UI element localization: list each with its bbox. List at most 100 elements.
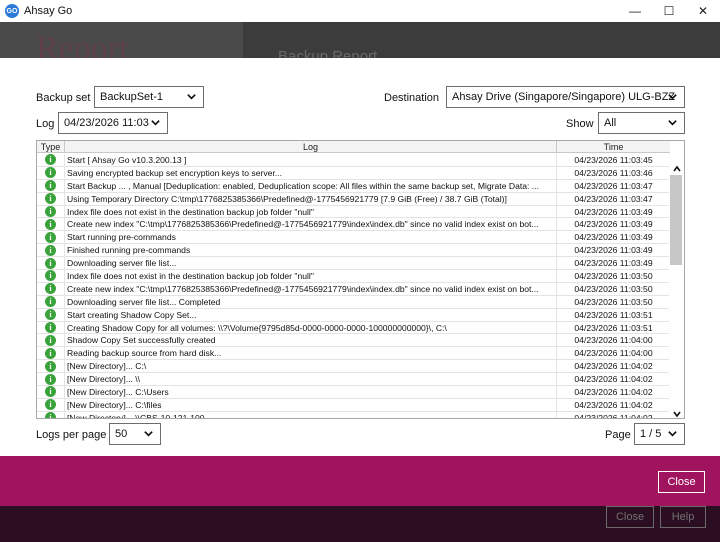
backup-set-dropdown[interactable]: BackupSet-1 [94, 86, 204, 108]
info-icon: i [45, 257, 56, 269]
time-cell: 04/23/2026 11:03:49 [574, 245, 653, 256]
table-body: i Start [ Ahsay Go v10.3.200.13 ] 04/23/20… [37, 154, 670, 419]
table-row[interactable]: i [New Directory]... C:\ 04/23/2026 11:04:… [37, 360, 670, 374]
time-cell: 04/23/2026 11:03:49 [574, 219, 653, 230]
table-row[interactable]: i [New Directory]... \\ 04/23/2026 11:04:0… [37, 373, 670, 387]
table-row[interactable]: i Create new index "C:\tmp\1776825385366\… [37, 218, 670, 232]
logs-per-page-dropdown[interactable]: 50 [109, 423, 161, 445]
table-row[interactable]: i [New Directory]... \\CBS-10-121-100- 04/… [37, 411, 670, 419]
log-cell: [New Directory]... C:\ [65, 360, 557, 373]
log-cell: [New Directory]... \\ [65, 373, 557, 386]
chevron-down-icon [668, 120, 677, 126]
table-row[interactable]: i [New Directory]... C:\files 04/23/2026 1… [37, 398, 670, 412]
type-cell: i [37, 308, 65, 321]
column-header-log[interactable]: Log [65, 141, 557, 153]
minimize-button[interactable]: — [618, 0, 652, 22]
report-dialog: Backup set BackupSet-1 Destination Ahsay… [0, 58, 720, 456]
column-header-type[interactable]: Type [37, 141, 65, 153]
info-icon: i [45, 399, 56, 411]
time-cell: 04/23/2026 11:03:49 [574, 206, 653, 217]
time-cell: 04/23/2026 11:03:51 [574, 309, 653, 320]
background-close-button: Close [606, 506, 654, 528]
table-row[interactable]: i Creating Shadow Copy for all volumes: \… [37, 321, 670, 335]
scroll-down-arrow-icon[interactable] [669, 406, 684, 418]
type-cell: i [37, 166, 65, 179]
table-row[interactable]: i Downloading server file list... 04/23/20… [37, 257, 670, 271]
background-help-button: Help [660, 506, 706, 528]
table-row[interactable]: i Reading backup source from hard disk...… [37, 347, 670, 361]
table-row[interactable]: i Start [ Ahsay Go v10.3.200.13 ] 04/23/20… [37, 154, 670, 167]
time-cell: 04/23/2026 11:04:00 [574, 348, 653, 359]
logs-per-page-value: 50 [115, 428, 128, 440]
type-cell: i [37, 398, 65, 411]
log-date-dropdown[interactable]: 04/23/2026 11:03 [58, 112, 168, 134]
type-cell: i [37, 205, 65, 218]
close-button[interactable]: Close [658, 471, 705, 493]
type-cell: i [37, 231, 65, 244]
table-row[interactable]: i Index file does not exist in the destin… [37, 270, 670, 283]
info-icon: i [45, 193, 56, 205]
table-row[interactable]: i Start Backup ... , Manual [Deduplicatio… [37, 179, 670, 193]
log-cell: [New Directory]... C:\files [65, 398, 557, 411]
page-label: Page [605, 429, 631, 441]
time-cell: 04/23/2026 11:04:02 [574, 399, 653, 410]
type-cell: i [37, 411, 65, 418]
destination-value: Ahsay Drive (Singapore/Singapore) ULG-BZ… [452, 91, 676, 103]
info-icon: i [45, 218, 56, 230]
app-logo-icon: GO [5, 4, 19, 18]
table-row[interactable]: i Start creating Shadow Copy Set... 04/23/… [37, 308, 670, 322]
table-row[interactable]: i Saving encrypted backup set encryption … [37, 166, 670, 180]
time-cell: 04/23/2026 11:03:49 [574, 232, 653, 243]
time-cell: 04/23/2026 11:04:00 [574, 335, 653, 346]
page-dropdown[interactable]: 1 / 5 [634, 423, 685, 445]
table-row[interactable]: i Using Temporary Directory C:\tmp\177682… [37, 192, 670, 206]
info-icon: i [45, 270, 56, 282]
logs-per-page-label: Logs per page [36, 429, 107, 441]
info-icon: i [45, 334, 56, 346]
log-cell: Using Temporary Directory C:\tmp\1776825… [65, 192, 557, 205]
table-row[interactable]: i Create new index "C:\tmp\1776825385366\… [37, 282, 670, 296]
maximize-button[interactable]: ☐ [652, 0, 686, 22]
close-window-button[interactable]: ✕ [686, 0, 720, 22]
log-cell: Downloading server file list... Complete… [65, 295, 557, 308]
app-icon-text: GO [6, 7, 18, 15]
log-date-value: 04/23/2026 11:03 [64, 117, 149, 129]
destination-dropdown[interactable]: Ahsay Drive (Singapore/Singapore) ULG-BZ… [446, 86, 685, 108]
scroll-up-arrow-icon[interactable] [669, 161, 684, 176]
log-cell: Creating Shadow Copy for all volumes: \\… [65, 321, 557, 334]
type-cell: i [37, 321, 65, 334]
scrollbar-thumb[interactable] [670, 175, 682, 265]
table-row[interactable]: i Downloading server file list... Complet… [37, 295, 670, 309]
time-cell: 04/23/2026 11:03:50 [574, 270, 653, 281]
info-icon: i [45, 412, 56, 418]
table-row[interactable]: i Index file does not exist in the destin… [37, 205, 670, 219]
info-icon: i [45, 154, 56, 166]
destination-label: Destination [384, 92, 440, 104]
table-row[interactable]: i [New Directory]... C:\Users 04/23/2026 1… [37, 386, 670, 399]
info-icon: i [45, 206, 56, 217]
chevron-down-icon [187, 94, 196, 100]
info-icon: i [45, 180, 56, 192]
time-cell: 04/23/2026 11:03:50 [574, 283, 653, 294]
time-cell: 04/23/2026 11:04:02 [574, 361, 653, 372]
window-title: Ahsay Go [24, 5, 73, 17]
log-cell: Reading backup source from hard disk... [65, 347, 557, 360]
log-cell: Start Backup ... , Manual [Deduplication… [65, 179, 557, 192]
log-cell: Start [ Ahsay Go v10.3.200.13 ] [65, 154, 557, 166]
info-icon: i [45, 347, 56, 359]
log-cell: [New Directory]... C:\Users [65, 386, 557, 398]
info-icon: i [45, 360, 56, 372]
info-icon: i [45, 167, 56, 179]
type-cell: i [37, 179, 65, 192]
show-filter-dropdown[interactable]: All [598, 112, 685, 134]
column-header-time[interactable]: Time [557, 141, 670, 153]
table-row[interactable]: i Start running pre-commands 04/23/2026 11… [37, 231, 670, 245]
table-row[interactable]: i Finished running pre-commands 04/23/2026… [37, 244, 670, 258]
vertical-scrollbar[interactable] [669, 153, 684, 418]
type-cell: i [37, 192, 65, 205]
time-cell: 04/23/2026 11:04:02 [574, 412, 653, 419]
table-row[interactable]: i Shadow Copy Set successfully created 04/… [37, 334, 670, 348]
info-icon: i [45, 231, 56, 243]
log-cell: Index file does not exist in the destina… [65, 205, 557, 218]
log-cell: Downloading server file list... [65, 257, 557, 270]
